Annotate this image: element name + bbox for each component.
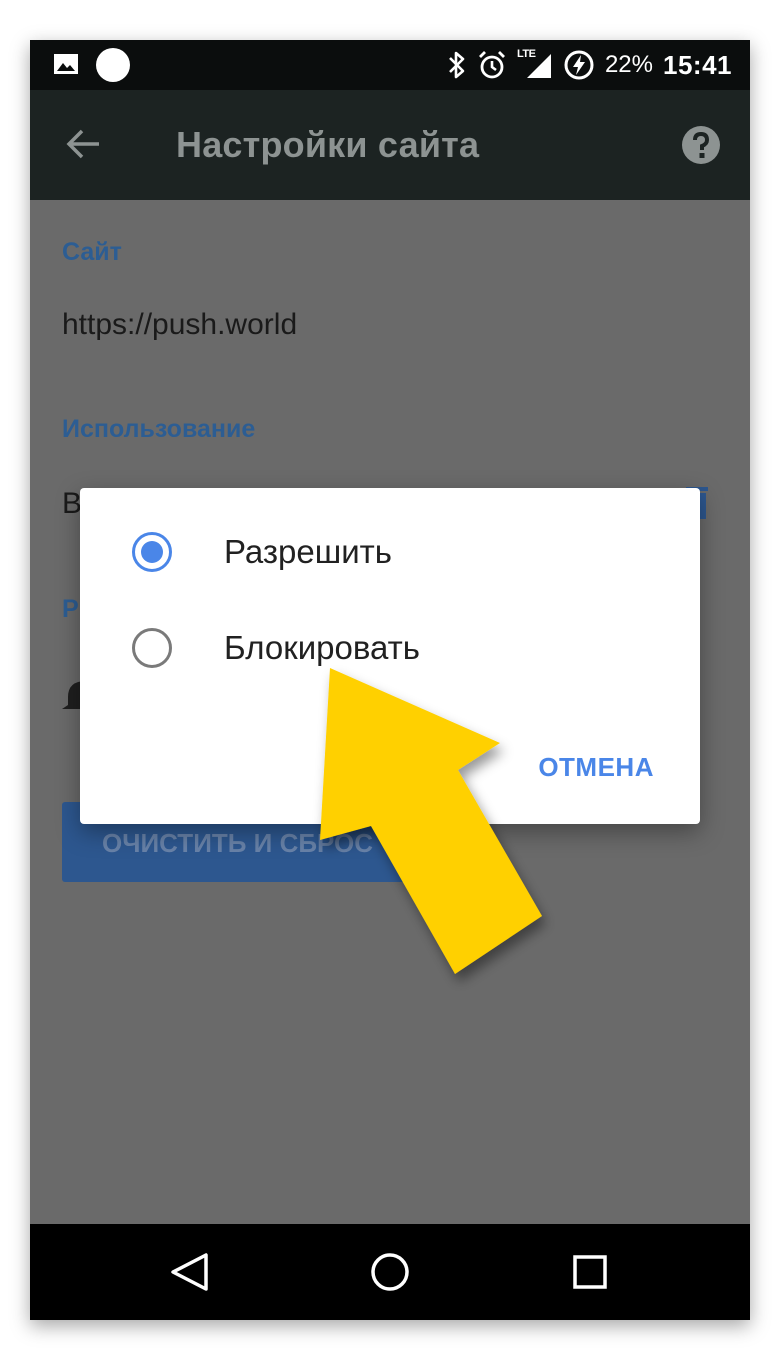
app-toolbar: Настройки сайта [30, 90, 750, 200]
usage-section-label: Использование [62, 415, 256, 443]
radio-checked-icon[interactable] [132, 532, 172, 572]
site-section-label: Сайт [62, 238, 122, 266]
option-block[interactable]: Блокировать [80, 608, 700, 688]
gallery-icon [54, 54, 78, 74]
site-url: https://push.world [62, 308, 298, 341]
bluetooth-icon [449, 51, 465, 79]
battery-percent: 22% [604, 51, 653, 78]
help-circle-icon[interactable] [681, 125, 721, 165]
clear-and-reset-label: ОЧИСТИТЬ И СБРОС [102, 828, 374, 858]
page-title: Настройки сайта [176, 124, 480, 165]
clock: 15:41 [663, 49, 732, 80]
nav-recents-icon[interactable] [573, 1255, 607, 1289]
radio-unchecked-icon[interactable] [132, 628, 172, 668]
status-bar: LTE 22% 15:41 [30, 40, 750, 90]
permissions-section-label: Р [62, 595, 79, 623]
nav-back-icon[interactable] [168, 1252, 212, 1292]
status-icons: LTE 22% 15:41 [447, 40, 732, 90]
permission-dialog: Разрешить Блокировать ОТМЕНА [80, 488, 700, 824]
navigation-bar [30, 1224, 750, 1320]
alarm-icon [478, 51, 505, 79]
usage-row-text: В [62, 487, 83, 520]
arrow-left-icon[interactable] [66, 126, 102, 162]
option-block-label: Блокировать [224, 629, 420, 666]
lte-signal-icon: LTE [517, 48, 553, 80]
circle-notification-icon [96, 48, 130, 82]
option-allow[interactable]: Разрешить [80, 512, 700, 592]
nav-home-icon[interactable] [370, 1252, 410, 1292]
battery-charging-icon [564, 50, 594, 80]
option-allow-label: Разрешить [224, 533, 392, 570]
cancel-button[interactable]: ОТМЕНА [538, 752, 654, 783]
phone-screen: LTE 22% 15:41 Настройки сайта Сайт https… [30, 40, 750, 1320]
